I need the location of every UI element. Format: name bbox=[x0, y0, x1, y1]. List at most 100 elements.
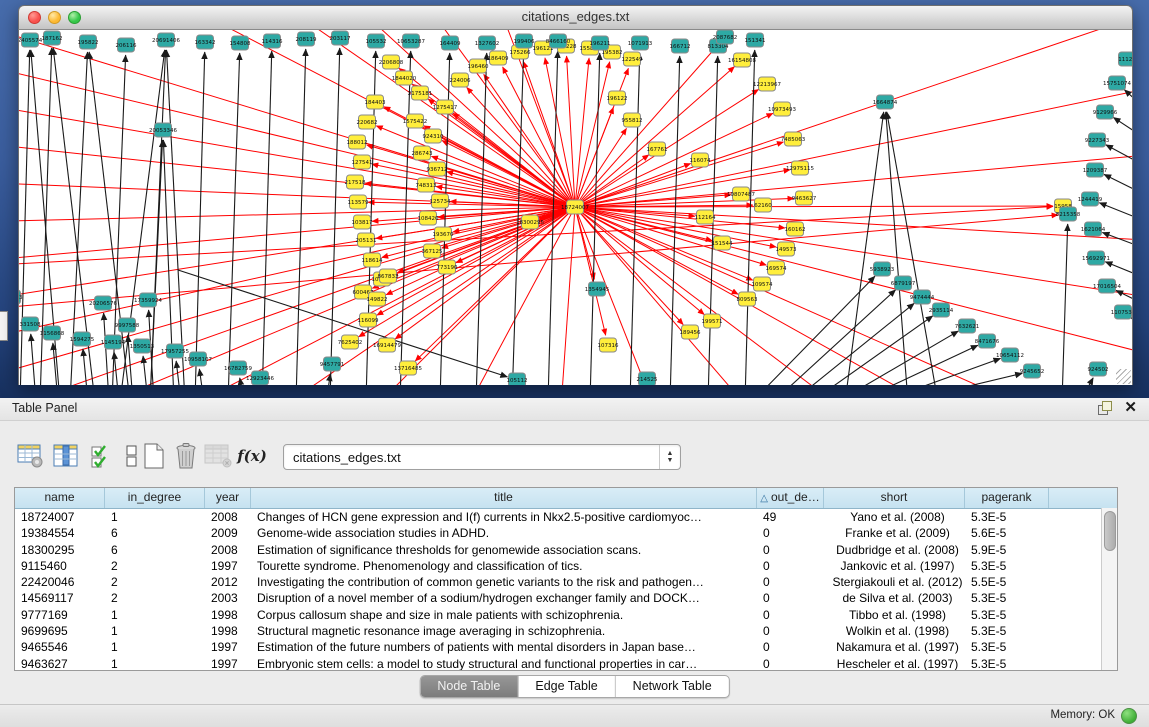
graph-node[interactable]: 105532 bbox=[366, 34, 387, 48]
graph-node[interactable]: 6879197 bbox=[891, 276, 916, 290]
column-header-name[interactable]: name bbox=[15, 488, 105, 508]
graph-node[interactable]: 2405574 bbox=[19, 33, 43, 47]
graph-node[interactable]: 1156868 bbox=[40, 326, 65, 340]
column-header-short[interactable]: short bbox=[824, 488, 965, 508]
graph-node[interactable]: 189456 bbox=[680, 325, 701, 339]
graph-node[interactable]: 15692971 bbox=[1082, 251, 1110, 265]
column-header-pagerank[interactable]: pagerank bbox=[965, 488, 1049, 508]
table-row[interactable]: 969969511998Structural magnetic resonanc… bbox=[15, 623, 1117, 639]
graph-node[interactable]: 16782759 bbox=[224, 361, 252, 375]
graph-node[interactable]: 867833 bbox=[378, 269, 399, 283]
table-mode-icon[interactable] bbox=[16, 442, 44, 470]
graph-node[interactable]: 62160 bbox=[754, 198, 772, 212]
graph-node[interactable]: 1071913 bbox=[628, 36, 653, 50]
graph-node[interactable]: 7625402 bbox=[338, 335, 363, 349]
graph-node[interactable]: 5938923 bbox=[870, 262, 895, 276]
graph-node[interactable]: 9463627 bbox=[792, 191, 817, 205]
table-row[interactable]: 2242004622012Investigating the contribut… bbox=[15, 574, 1117, 590]
scrollbar-thumb[interactable] bbox=[1104, 511, 1116, 551]
graph-node[interactable]: 1594275 bbox=[70, 332, 95, 346]
graph-node[interactable]: 936712 bbox=[427, 162, 448, 176]
graph-node[interactable]: 8215358 bbox=[1056, 207, 1081, 221]
graph-node[interactable]: 169574 bbox=[766, 261, 787, 275]
table-row[interactable]: 1456911722003Disruption of a novel membe… bbox=[15, 590, 1117, 606]
tab-edge-table[interactable]: Edge Table bbox=[517, 676, 614, 697]
graph-node[interactable]: 955812 bbox=[622, 113, 643, 127]
graph-node[interactable]: 7632621 bbox=[955, 319, 980, 333]
delete-table-icon[interactable] bbox=[204, 442, 232, 470]
graph-node[interactable]: 193670 bbox=[433, 227, 454, 241]
graph-node[interactable]: 186409 bbox=[488, 51, 509, 65]
graph-node[interactable]: 214525 bbox=[637, 372, 658, 385]
graph-node[interactable]: 118614 bbox=[362, 253, 383, 267]
window-resize-grip[interactable] bbox=[1116, 369, 1131, 384]
graph-node[interactable]: 149822 bbox=[367, 292, 388, 306]
graph-node[interactable]: 809563 bbox=[737, 292, 758, 306]
graph-node[interactable]: 196460 bbox=[468, 59, 489, 73]
graph-node[interactable]: 203117 bbox=[330, 31, 351, 45]
table-row[interactable]: 1872400712008Changes of HCN gene express… bbox=[15, 509, 1117, 525]
column-header-in_degree[interactable]: in_degree bbox=[105, 488, 205, 508]
graph-node[interactable]: 12213967 bbox=[753, 77, 781, 91]
graph-node[interactable]: 2206808 bbox=[379, 55, 404, 69]
graph-node[interactable]: 9474444 bbox=[910, 290, 935, 304]
graph-node[interactable]: 1664874 bbox=[873, 95, 898, 109]
network-canvas[interactable]: 1872400718300295220680818440202175181127… bbox=[18, 30, 1133, 385]
graph-node[interactable]: 220682 bbox=[357, 115, 378, 129]
memory-status-indicator[interactable] bbox=[1121, 708, 1137, 724]
graph-node[interactable]: 184403 bbox=[365, 95, 386, 109]
graph-node[interactable]: 199571 bbox=[702, 314, 723, 328]
dropdown-stepper-icon[interactable]: ▲▼ bbox=[659, 445, 680, 469]
graph-node[interactable]: 188012 bbox=[347, 135, 368, 149]
graph-node[interactable]: 196211 bbox=[590, 36, 611, 50]
float-panel-icon[interactable] bbox=[1098, 401, 1112, 415]
graph-node[interactable]: 9129966 bbox=[1093, 105, 1118, 119]
graph-node[interactable]: 2175181 bbox=[408, 86, 433, 100]
graph-node[interactable]: 163342 bbox=[195, 35, 216, 49]
graph-node[interactable]: 109574 bbox=[752, 277, 773, 291]
graph-node[interactable]: 924502 bbox=[1088, 362, 1109, 376]
graph-node[interactable]: 114316 bbox=[262, 34, 283, 48]
close-panel-icon[interactable]: ✕ bbox=[1124, 401, 1137, 415]
graph-node[interactable]: 122549 bbox=[622, 52, 643, 66]
graph-node[interactable]: 154808 bbox=[230, 36, 251, 50]
graph-node[interactable]: 773190 bbox=[437, 260, 458, 274]
graph-node[interactable]: 195822 bbox=[78, 35, 99, 49]
graph-node[interactable]: 187162 bbox=[42, 31, 63, 45]
graph-node[interactable]: 8471676 bbox=[975, 334, 1000, 348]
graph-node[interactable]: 367125 bbox=[422, 244, 443, 258]
graph-node[interactable]: 15751074 bbox=[1103, 76, 1131, 90]
graph-node[interactable]: 151544 bbox=[712, 236, 733, 250]
graph-node[interactable]: 20053346 bbox=[149, 123, 177, 137]
graph-node[interactable]: 331508 bbox=[20, 317, 41, 331]
tab-node-table[interactable]: Node Table bbox=[420, 676, 517, 697]
graph-node[interactable]: 151341 bbox=[745, 33, 766, 47]
graph-node[interactable]: 1327602 bbox=[475, 36, 500, 50]
graph-node[interactable]: 166712 bbox=[670, 39, 691, 53]
table-selector-dropdown[interactable]: citations_edges.txt ▲▼ bbox=[283, 444, 681, 470]
graph-node[interactable]: 12923446 bbox=[246, 371, 274, 385]
graph-node[interactable]: 107316 bbox=[598, 338, 619, 352]
graph-node[interactable]: 206116 bbox=[116, 38, 137, 52]
network-window-titlebar[interactable]: citations_edges.txt bbox=[18, 5, 1133, 30]
column-header-out_de[interactable]: △out_de… bbox=[757, 488, 824, 508]
graph-node[interactable]: 2935114 bbox=[929, 303, 954, 317]
network-window[interactable]: citations_edges.txt 18724007183002952206… bbox=[18, 5, 1133, 383]
graph-node[interactable]: 1107533 bbox=[1111, 305, 1132, 319]
graph-node[interactable]: 17957255 bbox=[161, 344, 189, 358]
graph-node[interactable]: 1844020 bbox=[392, 71, 417, 85]
graph-node[interactable]: 20691406 bbox=[152, 33, 180, 47]
table-scrollbar[interactable] bbox=[1101, 508, 1117, 670]
graph-node[interactable]: 164409 bbox=[440, 36, 461, 50]
graph-node[interactable]: 9457791 bbox=[320, 357, 345, 371]
graph-node[interactable]: 2087682 bbox=[713, 30, 738, 44]
tab-network-table[interactable]: Network Table bbox=[615, 676, 729, 697]
graph-node[interactable]: 208119 bbox=[296, 32, 317, 46]
graph-node[interactable]: 286743 bbox=[412, 146, 433, 160]
show-columns-icon[interactable] bbox=[52, 442, 80, 470]
graph-node[interactable]: 9997588 bbox=[115, 318, 140, 332]
select-columns-icon[interactable] bbox=[88, 442, 116, 470]
delete-column-icon[interactable] bbox=[172, 442, 200, 470]
graph-node[interactable]: 11123 bbox=[1118, 52, 1132, 66]
function-builder-icon[interactable]: f(x) bbox=[238, 442, 266, 470]
